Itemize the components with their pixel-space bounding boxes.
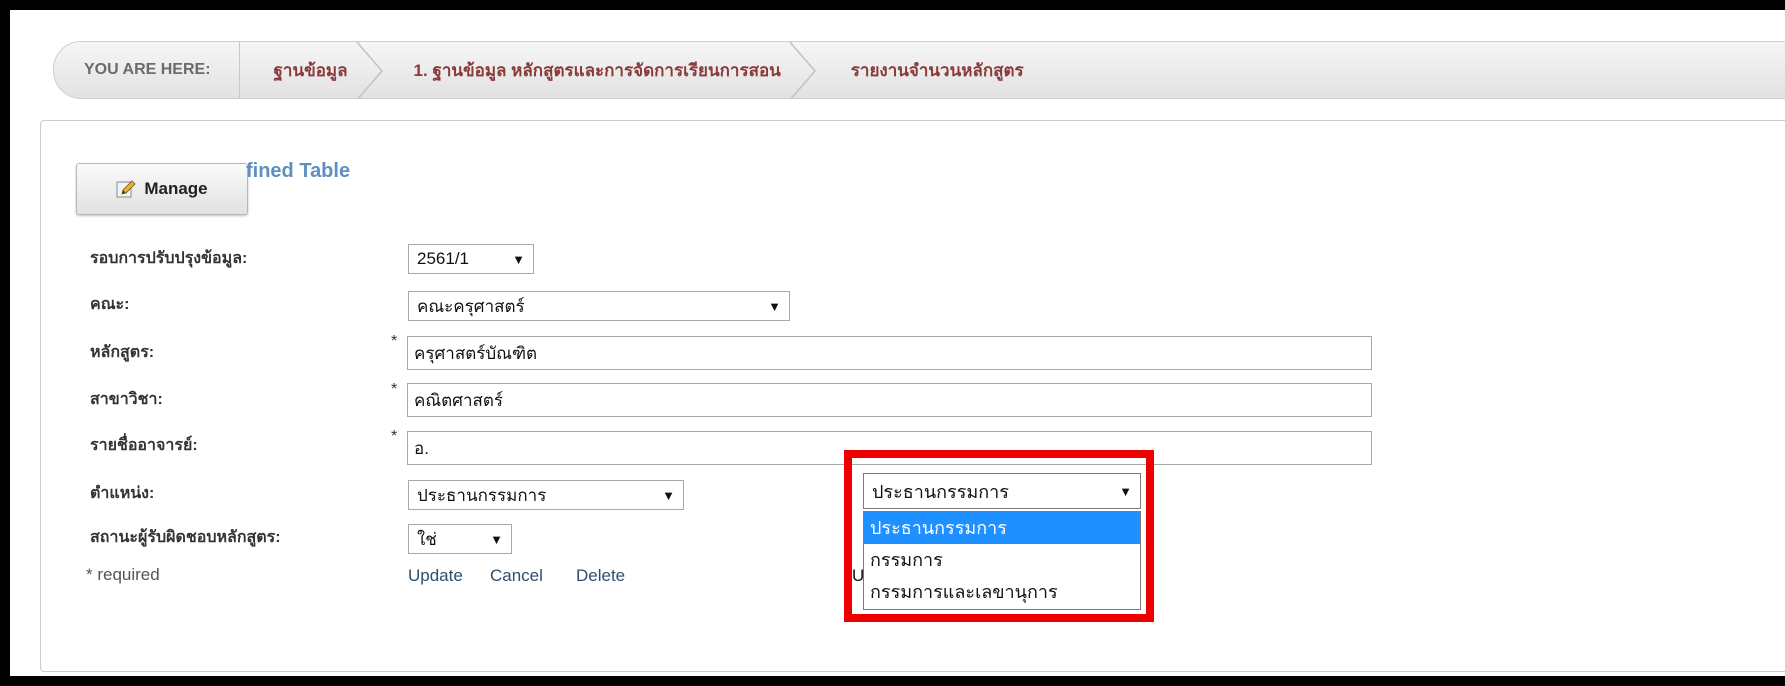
responsible-select-value: ใช่ [417,529,437,549]
caret-down-icon: ▼ [512,251,525,267]
position-select[interactable]: ประธานกรรมการ ▼ [408,480,684,510]
caret-down-icon: ▼ [662,487,675,503]
breadcrumb: YOU ARE HERE: ฐานข้อมูล 1. ฐานข้อมูล หลั… [53,41,1785,99]
major-input[interactable] [407,383,1372,417]
instructor-label: รายชื่ออาจารย์: [90,437,198,454]
faculty-select[interactable]: คณะครุศาสตร์ ▼ [408,291,790,321]
manage-button-label: Manage [144,179,208,198]
dropdown-selected-value: ประธานกรรมการ [872,481,1009,502]
program-input[interactable] [407,336,1372,370]
required-star: * [391,381,398,398]
position-dropdown-select[interactable]: ประธานกรรมการ ▼ [863,473,1141,509]
required-star: * [391,428,398,445]
breadcrumb-item-curriculum-db[interactable]: 1. ฐานข้อมูล หลักสูตรและการจัดการเรียนกา… [390,42,823,98]
position-select-value: ประธานกรรมการ [417,485,547,505]
program-label: หลักสูตร: [90,344,155,361]
round-select-value: 2561/1 [417,249,469,268]
dropdown-option-member[interactable]: กรรมการ [864,544,1140,576]
chevron-right-icon [788,42,816,98]
major-label: สาขาวิชา: [90,391,163,408]
dropdown-option-chairman[interactable]: ประธานกรรมการ [864,512,1140,544]
chevron-right-icon [355,42,383,98]
panel-title: fined Table [246,160,351,182]
dropdown-option-member-secretary[interactable]: กรรมการและเลขานุการ [864,576,1140,608]
breadcrumb-item-label: 1. ฐานข้อมูล หลักสูตรและการจัดการเรียนกา… [413,60,781,80]
caret-down-icon: ▼ [1119,483,1132,499]
breadcrumb-item-report[interactable]: รายงานจำนวนหลักสูตร [823,42,1024,98]
required-star: * [391,333,398,350]
caret-down-icon: ▼ [490,531,503,547]
round-label: รอบการปรับปรุงข้อมูล: [90,250,248,267]
breadcrumb-item-label: ฐานข้อมูล [273,60,348,80]
round-select[interactable]: 2561/1 ▼ [408,244,534,274]
required-note: * required [86,565,160,584]
breadcrumb-item-database[interactable]: ฐานข้อมูล [240,42,390,98]
position-dropdown-list: ประธานกรรมการ กรรมการ กรรมการและเลขานุกา… [863,511,1141,610]
caret-down-icon: ▼ [768,298,781,314]
faculty-label: คณะ: [90,296,130,313]
pencil-icon [116,180,136,198]
faculty-select-value: คณะครุศาสตร์ [417,296,525,316]
responsible-label: สถานะผู้รับผิดชอบหลักสูตร: [90,529,281,546]
update-link[interactable]: Update [408,566,463,586]
breadcrumb-item-label: รายงานจำนวนหลักสูตร [850,60,1024,80]
breadcrumb-label: YOU ARE HERE: [54,42,240,98]
responsible-select[interactable]: ใช่ ▼ [408,524,512,554]
manage-button[interactable]: Manage [76,163,248,215]
cancel-link[interactable]: Cancel [490,566,543,586]
position-label: ตำแหน่ง: [90,485,155,502]
delete-link[interactable]: Delete [576,566,625,586]
